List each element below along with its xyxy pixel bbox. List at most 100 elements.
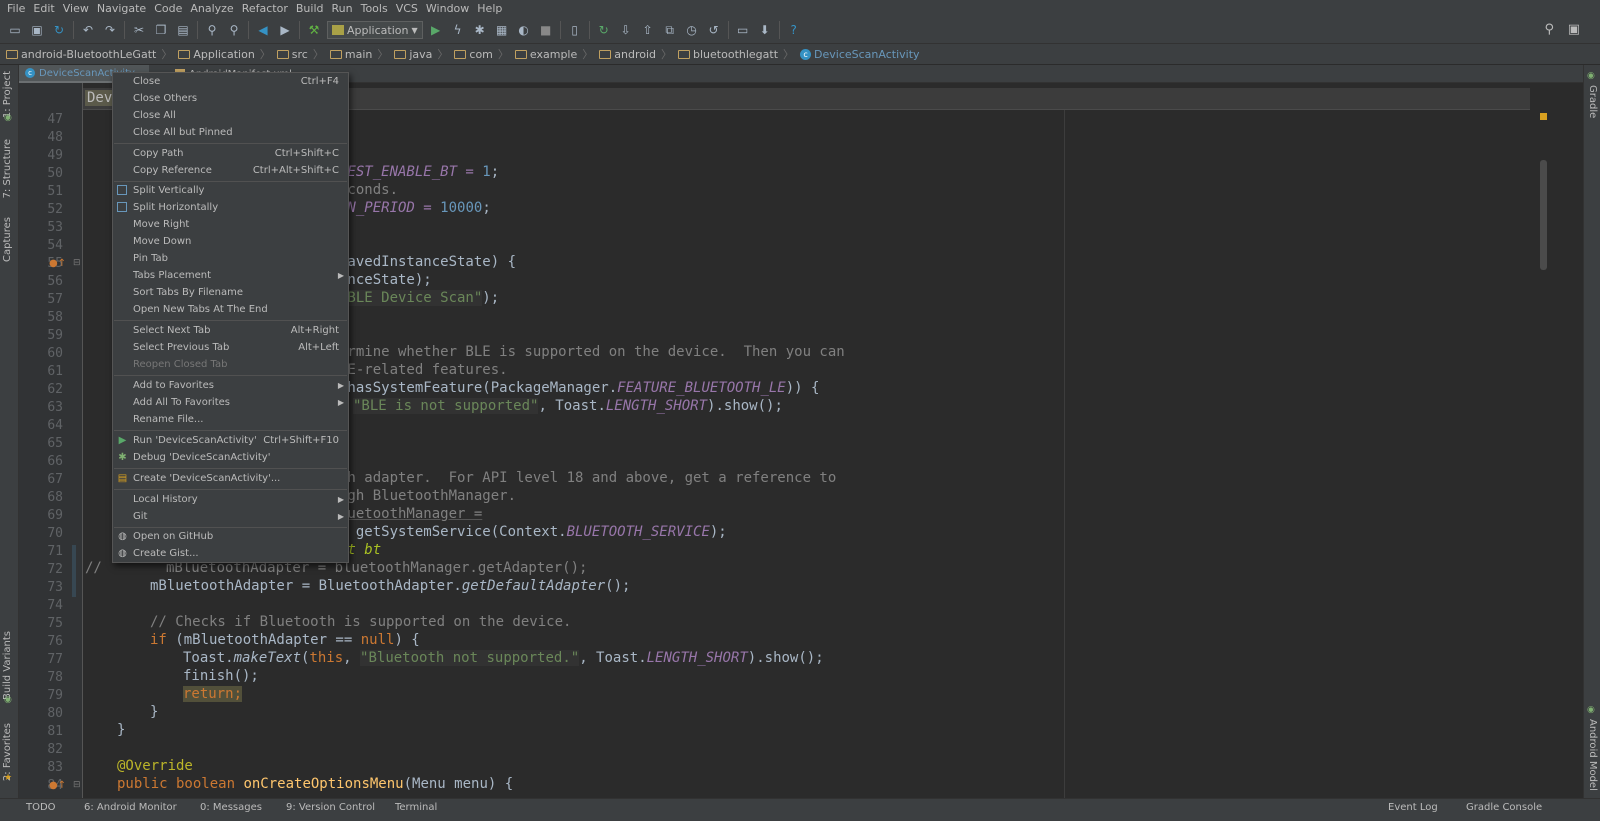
menu-item-sort-tabs[interactable]: Sort Tabs By Filename <box>113 284 348 301</box>
vcs-update-icon[interactable]: ⇩ <box>618 22 634 38</box>
breadcrumb-item[interactable]: Application 〉 <box>178 46 276 62</box>
tool-tab-event-log[interactable]: Event Log <box>1388 802 1438 813</box>
breadcrumb-item[interactable]: android 〉 <box>599 46 678 62</box>
breadcrumb-item[interactable]: src 〉 <box>276 46 330 62</box>
menu-item-select-previous-tab[interactable]: Select Previous Tab Alt+Left <box>113 339 348 356</box>
vcs-compare-icon[interactable]: ⧉ <box>662 22 678 38</box>
tool-tab-captures[interactable]: Captures <box>2 217 13 262</box>
override-marker-icon[interactable]: ●↑ <box>49 780 66 791</box>
menu-window[interactable]: Window <box>423 0 474 17</box>
menu-navigate[interactable]: Navigate <box>94 0 151 17</box>
menu-run[interactable]: Run <box>329 0 358 17</box>
menu-analyze[interactable]: Analyze <box>187 0 238 17</box>
menu-code[interactable]: Code <box>151 0 187 17</box>
changed-lines-marker[interactable] <box>72 545 76 597</box>
menu-item-local-history[interactable]: Local History ▶ <box>113 491 348 508</box>
menu-item-copy-reference[interactable]: Copy Reference Ctrl+Alt+Shift+C <box>113 162 348 179</box>
menu-item-add-all-to-favorites[interactable]: Add All To Favorites ▶ <box>113 394 348 411</box>
menu-item-rename-file[interactable]: Rename File... <box>113 411 348 428</box>
device-monitor-icon[interactable]: ▭ <box>735 22 751 38</box>
menu-file[interactable]: File <box>4 0 30 17</box>
breadcrumb-item[interactable]: android-BluetoothLeGatt 〉 <box>6 46 178 62</box>
sdk-manager-icon[interactable]: ⬇ <box>757 22 773 38</box>
tool-tab-terminal[interactable]: Terminal <box>395 802 437 813</box>
tool-tab-structure[interactable]: 7: Structure <box>2 139 13 198</box>
menu-item-run[interactable]: ▶ Run 'DeviceScanActivity' Ctrl+Shift+F10 <box>113 432 348 449</box>
coverage-icon[interactable]: ▦ <box>494 22 510 38</box>
tool-tab-gradle[interactable]: Gradle <box>1587 85 1598 118</box>
tool-tab-build-variants[interactable]: Build Variants <box>2 631 13 700</box>
menu-item-close-all-but-pinned[interactable]: Close All but Pinned <box>113 124 348 141</box>
menu-vcs[interactable]: VCS <box>393 0 423 17</box>
menu-item-move-down[interactable]: Move Down <box>113 233 348 250</box>
menu-item-debug[interactable]: ✱ Debug 'DeviceScanActivity' <box>113 449 348 466</box>
tool-tab-android-model[interactable]: Android Model <box>1587 719 1598 791</box>
tool-tab-android-monitor[interactable]: 6: Android Monitor <box>84 802 177 813</box>
menu-item-split-horizontally[interactable]: Split Horizontally <box>113 199 348 216</box>
warning-indicator[interactable] <box>1540 113 1547 120</box>
save-icon[interactable]: ▣ <box>29 22 45 38</box>
replace-icon[interactable]: ⚲ <box>226 22 242 38</box>
tool-tab-messages[interactable]: 0: Messages <box>200 802 262 813</box>
help-icon[interactable]: ? <box>786 22 802 38</box>
fold-icon[interactable]: ⊟ <box>73 780 81 790</box>
back-icon[interactable]: ◀ <box>255 22 271 38</box>
menu-build[interactable]: Build <box>293 0 329 17</box>
menu-view[interactable]: View <box>60 0 94 17</box>
tool-tab-todo[interactable]: TODO <box>26 802 56 813</box>
paste-icon[interactable]: ▤ <box>175 22 191 38</box>
menu-item-open-new-tabs-at-end[interactable]: Open New Tabs At The End <box>113 301 348 318</box>
menu-item-open-on-github[interactable]: ◍ Open on GitHub <box>113 528 348 545</box>
stop-icon[interactable]: ■ <box>538 22 554 38</box>
menu-item-create-config[interactable]: ▤ Create 'DeviceScanActivity'... <box>113 470 348 487</box>
menu-tools[interactable]: Tools <box>358 0 393 17</box>
undo-icon[interactable]: ↶ <box>80 22 96 38</box>
menu-item-copy-path[interactable]: Copy Path Ctrl+Shift+C <box>113 145 348 162</box>
run-icon[interactable]: ▶ <box>428 22 444 38</box>
breadcrumb-item[interactable]: main 〉 <box>329 46 394 62</box>
menu-item-close-others[interactable]: Close Others <box>113 90 348 107</box>
tool-tab-version-control[interactable]: 9: Version Control <box>286 802 375 813</box>
menu-item-close-all[interactable]: Close All <box>113 107 348 124</box>
find-icon[interactable]: ⚲ <box>204 22 220 38</box>
menu-help[interactable]: Help <box>474 0 507 17</box>
menu-refactor[interactable]: Refactor <box>239 0 293 17</box>
override-marker-icon[interactable]: ●↑ <box>49 258 66 269</box>
vcs-history-icon[interactable]: ◷ <box>684 22 700 38</box>
make-project-icon[interactable]: ⚒ <box>306 22 322 38</box>
fold-icon[interactable]: ⊟ <box>73 258 81 268</box>
vcs-revert-icon[interactable]: ↺ <box>706 22 722 38</box>
profile-icon[interactable]: ◐ <box>516 22 532 38</box>
vcs-commit-icon[interactable]: ⇧ <box>640 22 656 38</box>
copy-icon[interactable]: ❐ <box>153 22 169 38</box>
debug-icon[interactable]: ✱ <box>472 22 488 38</box>
breadcrumb-item-current[interactable]: c DeviceScanActivity <box>800 48 926 61</box>
open-folder-icon[interactable]: ▭ <box>7 22 23 38</box>
forward-icon[interactable]: ▶ <box>277 22 293 38</box>
line-number-gutter[interactable]: 47 48 49 50 51 52 53 54 55 56 57 58 59 6… <box>19 83 83 798</box>
gradle-sync-icon[interactable]: ↻ <box>596 22 612 38</box>
avd-manager-icon[interactable]: ▯ <box>567 22 583 38</box>
tool-tab-project[interactable]: 1: Project <box>2 71 13 118</box>
breadcrumb-item[interactable]: bluetoothlegatt 〉 <box>678 46 800 62</box>
search-everywhere-icon[interactable]: ⚲ <box>1544 22 1554 37</box>
apply-changes-icon[interactable]: ϟ <box>450 22 466 38</box>
breadcrumb-item[interactable]: example 〉 <box>514 46 599 62</box>
cut-icon[interactable]: ✂ <box>131 22 147 38</box>
menu-item-move-right[interactable]: Move Right <box>113 216 348 233</box>
redo-icon[interactable]: ↷ <box>102 22 118 38</box>
sync-icon[interactable]: ↻ <box>51 22 67 38</box>
menu-item-tabs-placement[interactable]: Tabs Placement ▶ <box>113 267 348 284</box>
run-configuration-select[interactable]: Application ▼ <box>327 21 423 39</box>
menu-item-pin-tab[interactable]: Pin Tab <box>113 250 348 267</box>
menu-item-split-vertically[interactable]: Split Vertically <box>113 182 348 199</box>
vertical-scrollbar[interactable] <box>1540 160 1547 270</box>
menu-item-select-next-tab[interactable]: Select Next Tab Alt+Right <box>113 322 348 339</box>
menu-item-add-to-favorites[interactable]: Add to Favorites ▶ <box>113 377 348 394</box>
layout-icon[interactable]: ▣ <box>1568 22 1580 37</box>
menu-item-close[interactable]: Close Ctrl+F4 <box>113 73 348 90</box>
tool-tab-gradle-console[interactable]: Gradle Console <box>1466 802 1542 813</box>
breadcrumb-item[interactable]: java 〉 <box>394 46 454 62</box>
menu-item-git[interactable]: Git ▶ <box>113 508 348 525</box>
breadcrumb-item[interactable]: com 〉 <box>454 46 515 62</box>
